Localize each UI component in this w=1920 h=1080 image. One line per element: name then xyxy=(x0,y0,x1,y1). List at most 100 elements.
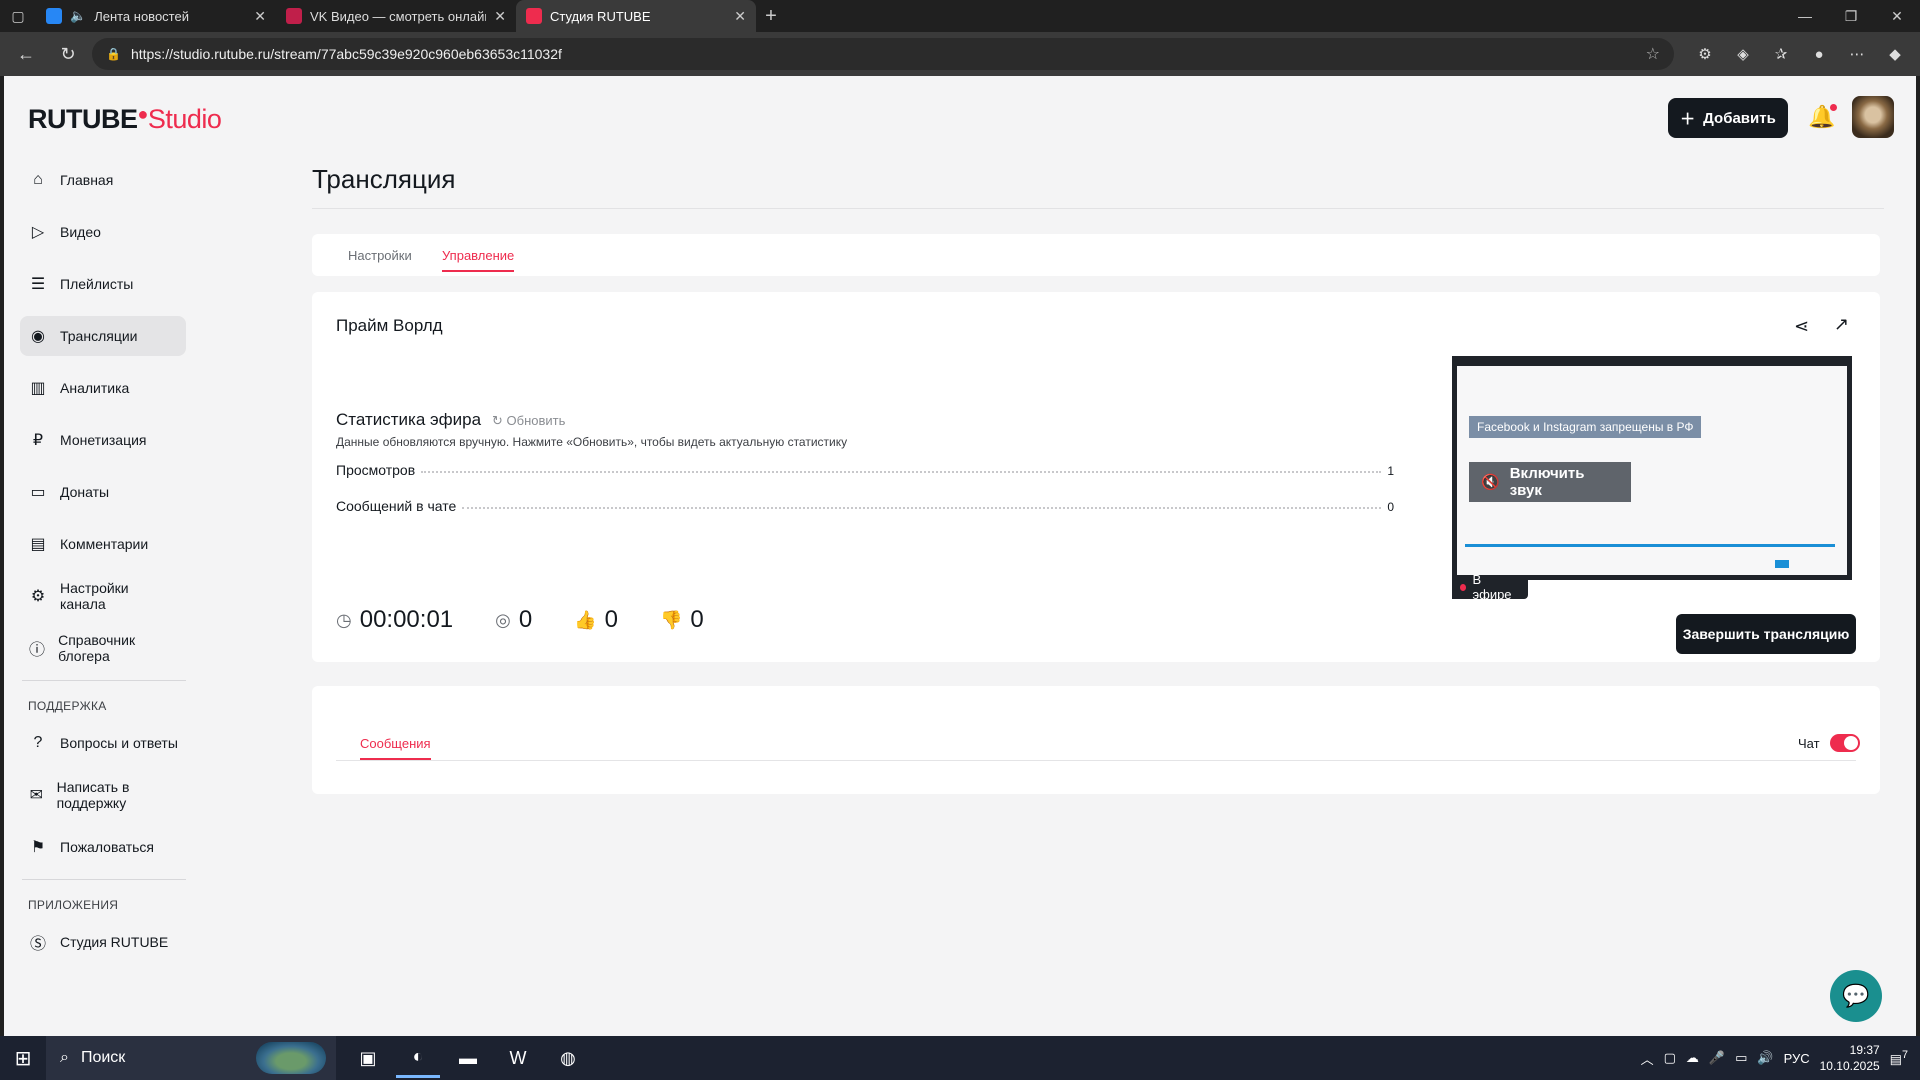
share-icon[interactable]: ⋖ xyxy=(1794,316,1809,337)
sidebar-item-blogger-guide[interactable]: ⓘ Справочник блогера xyxy=(20,628,186,668)
meet-icon[interactable]: ▢ xyxy=(1664,1050,1676,1066)
tab-management[interactable]: Управление xyxy=(442,248,515,272)
duration-value: 00:00:01 xyxy=(359,606,454,633)
studio-page: RUTUBE●Studio ＋ Добавить 🔔 ⌂ Главная ▷ Вид… xyxy=(4,76,1916,1036)
external-link-icon[interactable]: ↗ xyxy=(1834,314,1849,335)
tab-title: Студия RUTUBE xyxy=(550,8,651,24)
volume-icon[interactable]: 🔊 xyxy=(1757,1050,1773,1066)
microphone-icon[interactable]: 🎤 xyxy=(1709,1050,1725,1066)
logo-accent: Studio xyxy=(147,104,222,134)
refresh-button[interactable]: ↻ Обновить xyxy=(492,413,565,429)
wallet-icon: ▭ xyxy=(30,484,46,501)
sidebar-item-report[interactable]: ⚑ Пожаловаться xyxy=(20,827,186,867)
extension-icon[interactable]: ◈ xyxy=(1726,38,1760,70)
logo-dot-icon: ● xyxy=(137,104,149,124)
word-icon[interactable]: W xyxy=(496,1038,540,1078)
add-button[interactable]: ＋ Добавить xyxy=(1668,98,1788,138)
favorites-icon[interactable]: ✰ xyxy=(1764,38,1798,70)
file-explorer-icon[interactable]: ▬ xyxy=(446,1038,490,1078)
tab-actions-icon[interactable]: ▢ xyxy=(0,0,36,32)
sidebar-item-monetization[interactable]: ₽ Монетизация xyxy=(20,420,186,460)
task-view-icon[interactable]: ▣ xyxy=(346,1038,390,1078)
notifications-icon[interactable]: ▤7 xyxy=(1890,1049,1908,1067)
lock-icon: 🔒 xyxy=(106,47,121,61)
sidebar-item-label: Видео xyxy=(60,224,101,240)
browser-tab-vk-video[interactable]: VK Видео — смотреть онлайн бесплатно ✕ xyxy=(276,0,516,32)
playlist-icon: ☰ xyxy=(30,276,46,293)
more-icon[interactable]: ⋯ xyxy=(1840,38,1874,70)
windows-start-icon[interactable]: ⊞ xyxy=(0,1036,46,1080)
sidebar-item-label: Студия RUTUBE xyxy=(60,934,169,950)
sidebar-item-playlists[interactable]: ☰ Плейлисты xyxy=(20,264,186,304)
stream-tabs: Настройки Управление xyxy=(312,234,1880,276)
stats-hint: Данные обновляются вручную. Нажмите «Обн… xyxy=(336,435,848,449)
sidebar-item-video[interactable]: ▷ Видео xyxy=(20,212,186,252)
notification-dot xyxy=(1830,104,1838,111)
minimize-icon[interactable]: — xyxy=(1782,0,1828,32)
rutube-studio-logo[interactable]: RUTUBE●Studio xyxy=(28,104,222,135)
stat-leader-dots xyxy=(421,471,1382,473)
close-tab-icon[interactable]: ✕ xyxy=(734,8,746,25)
sidebar-item-analytics[interactable]: ▥ Аналитика xyxy=(20,368,186,408)
sidebar-item-donations[interactable]: ▭ Донаты xyxy=(20,472,186,512)
sidebar-item-broadcasts[interactable]: ◉ Трансляции xyxy=(20,316,186,356)
sidebar-item-home[interactable]: ⌂ Главная xyxy=(20,160,186,200)
tab-messages[interactable]: Сообщения xyxy=(360,736,431,760)
address-bar[interactable]: 🔒 https://studio.rutube.ru/stream/77abc5… xyxy=(92,38,1674,70)
sidebar-item-label: Аналитика xyxy=(60,380,130,396)
close-tab-icon[interactable]: ✕ xyxy=(494,8,506,25)
new-tab-icon[interactable]: + xyxy=(756,5,786,28)
page-title: Трансляция xyxy=(312,164,456,194)
extensions-icon[interactable]: ⚙ xyxy=(1688,38,1722,70)
tab-settings[interactable]: Настройки xyxy=(348,248,412,263)
viewers-counter: ◎ 0 xyxy=(495,606,532,634)
sidebar-item-label: Донаты xyxy=(60,484,110,500)
live-counters: ◷ 00:00:01 ◎ 0 👍 0 👎 0 xyxy=(336,606,704,634)
back-icon[interactable]: ← xyxy=(8,38,44,70)
support-chat-button[interactable]: 💬 xyxy=(1830,970,1882,1022)
end-stream-button[interactable]: Завершить трансляцию xyxy=(1676,614,1856,654)
chat-divider xyxy=(336,760,1856,761)
favorite-star-icon[interactable]: ☆ xyxy=(1646,44,1660,64)
sidebar-item-label: Пожаловаться xyxy=(60,839,155,855)
edge-browser-icon[interactable]: ◐ xyxy=(396,1038,440,1078)
copilot-icon[interactable]: ◆ xyxy=(1878,38,1912,70)
ruble-icon: ₽ xyxy=(32,432,44,449)
sidebar-item-label: Написать в поддержку xyxy=(56,779,130,811)
browser-tabbar: ▢ 🔈 Лента новостей ✕ VK Видео — смотреть… xyxy=(0,0,1920,32)
obs-icon[interactable]: ◍ xyxy=(546,1038,590,1078)
cloud-icon[interactable]: ☁ xyxy=(1686,1050,1699,1066)
language-indicator[interactable]: РУС xyxy=(1784,1051,1810,1066)
browser-tab-news[interactable]: 🔈 Лента новостей ✕ xyxy=(36,0,276,32)
sidebar-item-studio-app[interactable]: Ⓢ Студия RUTUBE xyxy=(20,922,186,962)
unmute-button[interactable]: 🔇 Включить звук xyxy=(1469,462,1631,502)
browser-tools: ⚙ ◈ ✰ ● ⋯ ◆ xyxy=(1688,38,1912,70)
sidebar-item-comments[interactable]: ▤ Комментарии xyxy=(20,524,186,564)
sidebar-item-contact-support[interactable]: ✉ Написать в поддержку xyxy=(20,775,186,815)
preview-progress-bar xyxy=(1465,544,1835,547)
sidebar-item-channel-settings[interactable]: ⚙ Настройки канала xyxy=(20,576,186,616)
browser-tab-rutube-studio[interactable]: Студия RUTUBE ✕ xyxy=(516,0,756,32)
notifications-bell-icon[interactable]: 🔔 xyxy=(1808,104,1838,130)
close-tab-icon[interactable]: ✕ xyxy=(254,8,266,25)
profile-icon[interactable]: ● xyxy=(1802,38,1836,70)
show-hidden-icons-icon[interactable]: ︿ xyxy=(1641,1049,1654,1068)
restore-icon[interactable]: ❐ xyxy=(1828,0,1874,32)
video-icon: ▷ xyxy=(31,224,45,241)
analytics-icon: ▥ xyxy=(30,380,46,397)
stat-value: 1 xyxy=(1387,464,1394,478)
avatar[interactable] xyxy=(1852,96,1894,138)
chat-toggle[interactable] xyxy=(1830,734,1860,752)
system-tray: ︿ ▢ ☁ 🎤 ▭ 🔊 РУС 19:37 10.10.2025 ▤7 xyxy=(1641,1036,1920,1080)
stat-row-views: Просмотров 1 xyxy=(336,458,1394,478)
reload-icon[interactable]: ↻ xyxy=(50,38,86,70)
taskbar-search[interactable]: ⌕ Поиск xyxy=(46,1036,336,1080)
sidebar-item-faq[interactable]: ? Вопросы и ответы xyxy=(20,723,186,763)
clock[interactable]: 19:37 10.10.2025 xyxy=(1820,1042,1880,1074)
close-window-icon[interactable]: ✕ xyxy=(1874,0,1920,32)
likes-counter: 👍 0 xyxy=(574,606,618,634)
stream-preview[interactable]: Facebook и Instagram запрещены в РФ 🔇 Вк… xyxy=(1452,356,1852,580)
thumbs-up-icon: 👍 xyxy=(574,609,597,630)
network-icon[interactable]: ▭ xyxy=(1735,1050,1747,1066)
viewers-value: 0 xyxy=(518,606,533,633)
